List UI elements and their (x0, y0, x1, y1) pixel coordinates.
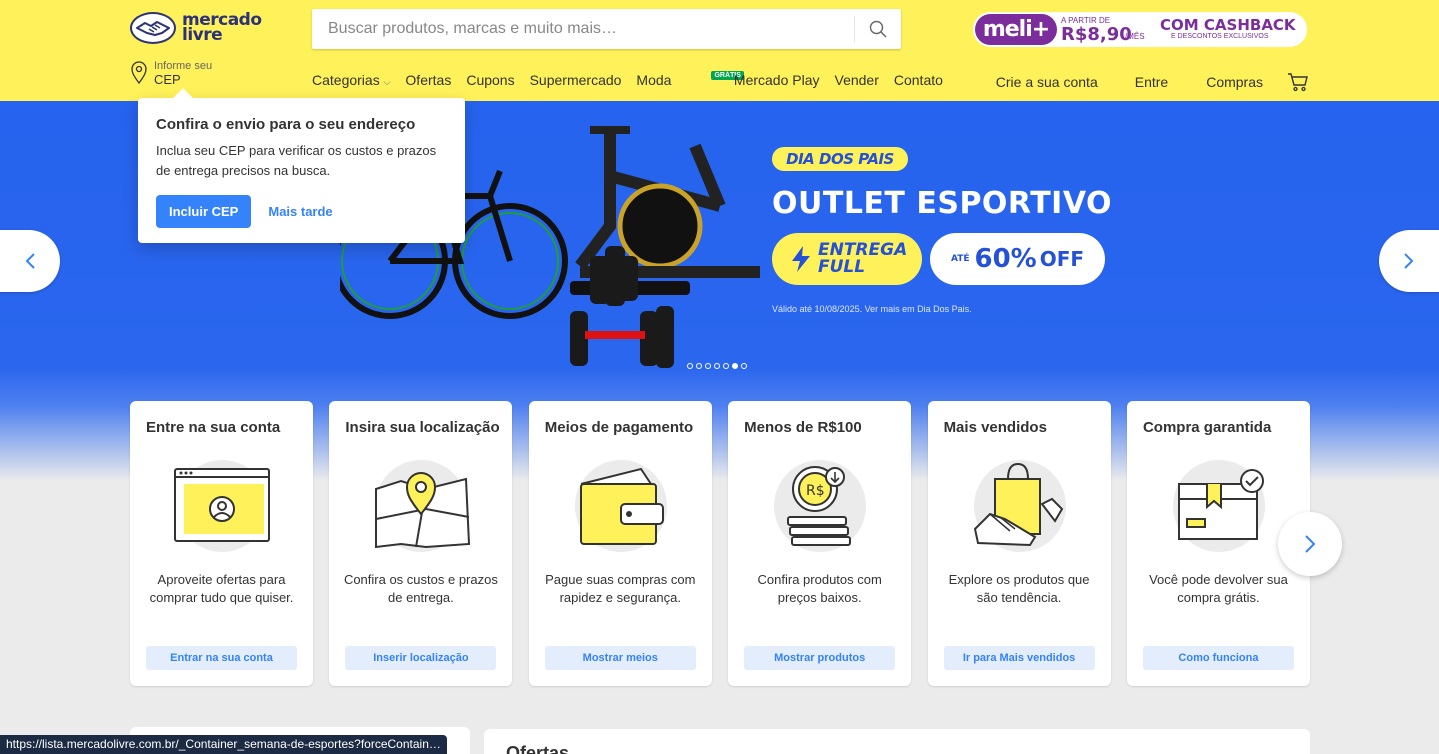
create-account-link[interactable]: Crie a sua conta (996, 74, 1098, 90)
logo-text: mercado livre (182, 10, 262, 45)
carousel-dot[interactable] (723, 363, 729, 369)
location-pin-icon (131, 61, 147, 85)
shortcut-cards: Entre na sua conta Aproveite ofertas par… (130, 401, 1326, 686)
promo-title: OUTLET ESPORTIVO (772, 186, 1113, 221)
purchases-link[interactable]: Compras (1206, 74, 1263, 90)
chevron-left-icon (25, 253, 35, 269)
user-nav: Crie a sua conta Entre Compras (996, 72, 1309, 92)
mercado-livre-logo[interactable]: mercado livre (129, 11, 262, 45)
nav-ofertas[interactable]: Ofertas (405, 72, 451, 88)
search-bar (312, 9, 901, 49)
card-button[interactable]: Ir para Mais vendidos (943, 646, 1095, 670)
nav-mercado-play[interactable]: GRÁTISMercado Play (686, 71, 820, 88)
nav-cupons[interactable]: Cupons (466, 72, 514, 88)
meli-per-month: /MÊS (1125, 32, 1145, 41)
entrega-full-badge: ENTREGA FULL (772, 233, 922, 285)
nav-supermercado[interactable]: Supermercado (530, 72, 622, 88)
card-title: Insira sua localização (345, 419, 500, 436)
card-button[interactable]: Mostrar meios (544, 646, 696, 670)
card-location[interactable]: Insira sua localização Confira os custos… (329, 401, 513, 686)
login-link[interactable]: Entre (1135, 74, 1168, 90)
cep-label: CEP (154, 72, 181, 87)
card-title: Mais vendidos (943, 419, 1047, 436)
cep-selector[interactable]: Informe seu CEP (129, 60, 212, 87)
nav-categorias[interactable]: Categorias ⌵ (312, 72, 390, 88)
carousel-dot[interactable] (741, 363, 747, 369)
carousel-dots (687, 363, 750, 369)
nav-moda[interactable]: Moda (636, 72, 671, 88)
nav-vender[interactable]: Vender (835, 72, 879, 88)
card-button[interactable]: Mostrar produtos (744, 646, 896, 670)
handshake-logo-icon (130, 12, 176, 44)
card-desc: Confira produtos com preços baixos. (757, 572, 882, 605)
box-check-icon (1172, 460, 1265, 552)
offers-section: Ofertas (484, 729, 1310, 754)
card-desc: Explore os produtos que são tendência. (948, 572, 1090, 605)
popup-text: Inclua seu CEP para verificar os custos … (156, 143, 437, 178)
card-payment[interactable]: Meios de pagamento Pague suas compras co… (528, 401, 712, 686)
map-pin-icon (375, 460, 471, 552)
card-under-100[interactable]: Menos de R$100 R$ Confira produtos com p… (728, 401, 912, 686)
chevron-right-icon (1404, 253, 1414, 269)
svg-text:R$: R$ (806, 483, 825, 499)
card-title: Entre na sua conta (146, 419, 281, 436)
chevron-down-icon: ⌵ (383, 77, 391, 87)
card-desc: Confira os custos e prazos de entrega. (343, 572, 498, 605)
cards-next-button[interactable] (1278, 512, 1342, 576)
card-account[interactable]: Entre na sua conta Aproveite ofertas par… (130, 401, 313, 686)
card-best-sellers[interactable]: Mais vendidos Explore os produtos que sã… (927, 401, 1111, 686)
card-desc: Aproveite ofertas para comprar tudo que … (149, 572, 294, 605)
chevron-right-icon (1305, 535, 1316, 553)
card-button[interactable]: Entrar na sua conta (146, 646, 297, 670)
carousel-dot[interactable] (705, 363, 711, 369)
carousel-dot[interactable] (687, 363, 693, 369)
carousel-next-button[interactable] (1379, 230, 1439, 292)
cart-icon[interactable] (1287, 72, 1309, 92)
card-title: Compra garantida (1142, 419, 1272, 436)
offers-title: Ofertas (506, 743, 570, 754)
search-input[interactable] (312, 9, 854, 49)
promo-tag: DIA DOS PAIS (772, 147, 908, 171)
card-desc: Você pode devolver sua compra grátis. (1149, 572, 1288, 605)
meli-plus-banner[interactable]: meli+ A PARTIR DE R$8,90 /MÊS COM CASHBA… (973, 12, 1307, 47)
carousel-dot[interactable] (714, 363, 720, 369)
lightning-icon (792, 246, 810, 272)
search-button[interactable] (855, 9, 901, 49)
shopping-bag-icon (973, 460, 1066, 552)
promo-validity: Válido até 10/08/2025. Ver mais em Dia D… (772, 304, 972, 314)
status-bar-url: https://lista.mercadolivre.com.br/_Conta… (0, 735, 447, 754)
card-desc: Pague suas compras com rapidez e seguran… (545, 572, 696, 605)
cep-popup: Confira o envio para o seu endereço Incl… (138, 98, 465, 243)
card-button[interactable]: Como funciona (1142, 646, 1294, 670)
header: mercado livre meli+ A PARTIR DE R$8,90 /… (0, 0, 1439, 101)
discount-badge: ATÉ 60% OFF (930, 233, 1105, 285)
main-nav: Categorias ⌵ Ofertas Cupons Supermercado… (312, 71, 958, 88)
nav-contato[interactable]: Contato (894, 72, 943, 88)
popup-title: Confira o envio para o seu endereço (156, 116, 416, 133)
meli-cashback: COM CASHBACK (1160, 16, 1296, 34)
carousel-prev-button[interactable] (0, 230, 60, 292)
meli-plus-badge: meli+ (975, 14, 1057, 45)
account-icon (174, 460, 270, 552)
card-title: Menos de R$100 (744, 419, 862, 436)
include-cep-button[interactable]: Incluir CEP (156, 195, 252, 228)
carousel-dot[interactable] (732, 363, 738, 369)
meli-desc: E DESCONTOS EXCLUSIVOS (1171, 33, 1269, 40)
wallet-icon (574, 460, 667, 552)
carousel-dot[interactable] (696, 363, 702, 369)
search-icon (869, 20, 887, 38)
meli-price: R$8,90 (1061, 24, 1132, 45)
coins-icon: R$ (774, 460, 867, 552)
card-button[interactable]: Inserir localização (345, 646, 497, 670)
later-button[interactable]: Mais tarde (268, 204, 332, 219)
card-title: Meios de pagamento (544, 419, 694, 436)
